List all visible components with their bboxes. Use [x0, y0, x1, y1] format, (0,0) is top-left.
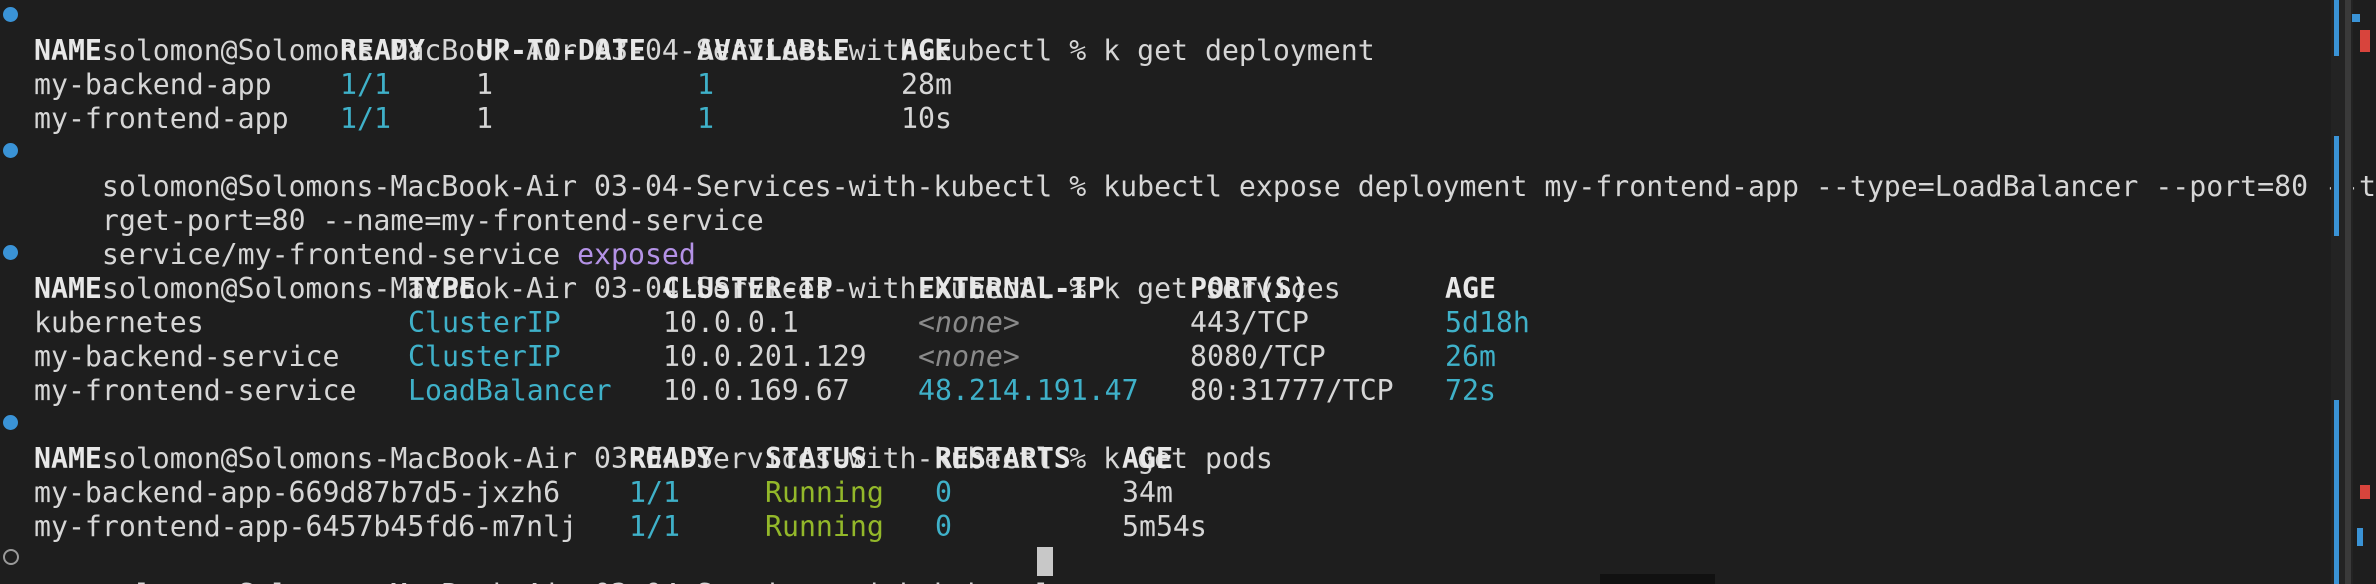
cell-age: 72s	[1445, 374, 1496, 407]
cell-age: 5d18h	[1445, 306, 1530, 339]
cell-ports: 80:31777/TCP	[1190, 374, 1394, 407]
header-up-to-date: UP-TO-DATE	[476, 34, 646, 67]
cell-type: ClusterIP	[408, 340, 561, 373]
cell-name: my-backend-app	[34, 68, 272, 101]
header-ready: READY	[340, 34, 425, 67]
cell-cluster-ip: 10.0.201.129	[663, 340, 867, 373]
cell-ready: 1/1	[629, 510, 680, 543]
cell-age: 28m	[901, 68, 952, 101]
command-text: k get deployment	[1103, 34, 1375, 67]
header-ports: PORT(S)	[1190, 272, 1309, 305]
cell-up-to-date: 1	[476, 102, 493, 135]
header-available: AVAILABLE	[697, 34, 850, 67]
cell-available: 1	[697, 68, 714, 101]
cell-external-ip: 48.214.191.47	[918, 374, 1139, 407]
header-ready: READY	[629, 442, 714, 475]
header-name: NAME	[34, 272, 102, 305]
table-row: my-frontend-app-6457b45fd6-m7nlj 1/1 Run…	[34, 510, 1207, 544]
cell-available: 1	[697, 102, 714, 135]
header-age: AGE	[1445, 272, 1496, 305]
cell-status: Running	[765, 476, 884, 509]
current-command-line[interactable]: solomon@Solomons-MacBook-Air 03-04-Servi…	[34, 544, 1086, 584]
cell-age: 34m	[1122, 476, 1173, 509]
scrollbar-decoration	[2334, 400, 2339, 584]
table-row: my-backend-app 1/1 1 1 28m	[34, 68, 952, 102]
header-name: NAME	[34, 442, 102, 475]
command-text: kubectl expose deployment my-frontend-ap…	[1103, 170, 2376, 203]
command-success-dot-icon[interactable]	[3, 245, 18, 260]
header-type: TYPE	[408, 272, 476, 305]
cell-name: my-frontend-app-6457b45fd6-m7nlj	[34, 510, 578, 543]
table-row: my-frontend-app 1/1 1 1 10s	[34, 102, 952, 136]
cell-ports: 8080/TCP	[1190, 340, 1326, 373]
table-row: kubernetes ClusterIP 10.0.0.1 <none> 443…	[34, 306, 1530, 340]
table-row: my-backend-service ClusterIP 10.0.201.12…	[34, 340, 1496, 374]
cell-type: ClusterIP	[408, 306, 561, 339]
header-restarts: RESTARTS	[935, 442, 1071, 475]
error-marker	[2352, 14, 2360, 22]
cell-up-to-date: 1	[476, 68, 493, 101]
cell-restarts: 0	[935, 510, 952, 543]
header-name: NAME	[34, 34, 102, 67]
error-marker	[2357, 528, 2363, 546]
table-row: my-frontend-service LoadBalancer 10.0.16…	[34, 374, 1496, 408]
header-age: AGE	[901, 34, 952, 67]
cell-name: kubernetes	[34, 306, 204, 339]
cell-restarts: 0	[935, 476, 952, 509]
cell-cluster-ip: 10.0.169.67	[663, 374, 850, 407]
cell-name: my-frontend-app	[34, 102, 289, 135]
header-external-ip: EXTERNAL-IP	[918, 272, 1105, 305]
cell-name: my-frontend-service	[34, 374, 357, 407]
cell-age: 5m54s	[1122, 510, 1207, 543]
cell-age: 26m	[1445, 340, 1496, 373]
cell-age: 10s	[901, 102, 952, 135]
block-cursor-icon	[1037, 547, 1053, 576]
error-marker	[2360, 30, 2370, 52]
table-row: my-backend-app-669d87b7d5-jxzh6 1/1 Runn…	[34, 476, 1173, 510]
cell-external-ip: <none>	[918, 340, 1020, 373]
cell-ready: 1/1	[629, 476, 680, 509]
cell-ready: 1/1	[340, 68, 391, 101]
cell-status: Running	[765, 510, 884, 543]
table-header: NAME TYPE CLUSTER-IP EXTERNAL-IP PORT(S)…	[34, 272, 1496, 306]
header-status: STATUS	[765, 442, 867, 475]
scrollbar-thumb[interactable]	[2345, 0, 2351, 584]
table-header: NAME READY STATUS RESTARTS AGE	[34, 442, 1173, 476]
command-line-wrapped: rget-port=80 --name=my-frontend-service	[34, 170, 764, 237]
scrollbar-decoration	[2334, 136, 2339, 236]
panel-resize-handle[interactable]	[1600, 574, 1715, 584]
current-command-circle-icon	[3, 549, 19, 565]
command-success-dot-icon[interactable]	[3, 7, 18, 22]
command-output: service/my-frontend-service exposed	[34, 204, 696, 271]
command-line: solomon@Solomons-MacBook-Air 03-04-Servi…	[34, 238, 1341, 305]
table-header: NAME READY UP-TO-DATE AVAILABLE AGE	[34, 34, 952, 68]
command-line: solomon@Solomons-MacBook-Air 03-04-Servi…	[34, 408, 1273, 475]
cell-cluster-ip: 10.0.0.1	[663, 306, 799, 339]
scrollbar-decoration	[2334, 0, 2339, 56]
cell-type: LoadBalancer	[408, 374, 612, 407]
command-success-dot-icon[interactable]	[3, 143, 18, 158]
command-line: solomon@Solomons-MacBook-Air 03-04-Servi…	[34, 0, 1375, 67]
header-cluster-ip: CLUSTER-IP	[663, 272, 833, 305]
cell-name: my-backend-app-669d87b7d5-jxzh6	[34, 476, 561, 509]
cell-ports: 443/TCP	[1190, 306, 1309, 339]
cell-external-ip: <none>	[918, 306, 1020, 339]
error-marker	[2360, 485, 2370, 499]
prompt: solomon@Solomons-MacBook-Air 03-04-Servi…	[102, 578, 1086, 584]
command-line: solomon@Solomons-MacBook-Air 03-04-Servi…	[34, 136, 2376, 203]
cell-ready: 1/1	[340, 102, 391, 135]
header-age: AGE	[1122, 442, 1173, 475]
command-success-dot-icon[interactable]	[3, 415, 18, 430]
terminal-window[interactable]: solomon@Solomons-MacBook-Air 03-04-Servi…	[0, 0, 2376, 584]
cell-name: my-backend-service	[34, 340, 340, 373]
